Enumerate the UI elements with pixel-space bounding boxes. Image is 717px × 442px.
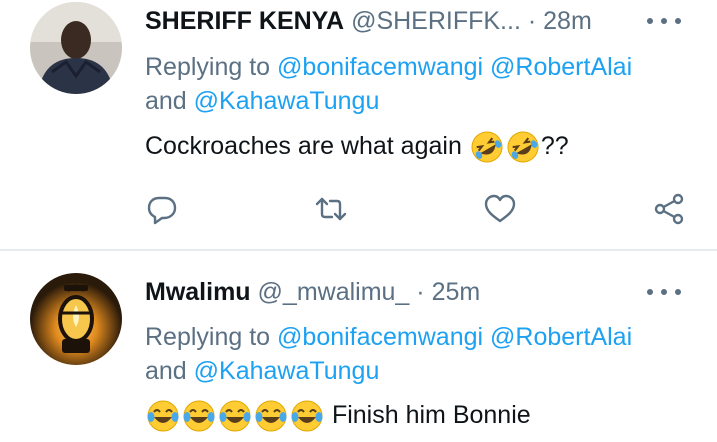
face-with-tears-of-joy-icon <box>147 400 179 432</box>
tweet-text-part: Finish him Bonnie <box>331 401 531 429</box>
mention-link[interactable]: @bonifacemwangi <box>277 323 483 351</box>
and-label: and <box>145 87 187 115</box>
separator-dot: · <box>416 278 425 306</box>
more-icon[interactable] <box>647 279 681 305</box>
tweet-header: Mwalimu @_mwalimu_ · 25m <box>145 273 697 311</box>
replying-to-label: Replying to <box>145 323 271 351</box>
mention-link[interactable]: @bonifacemwangi <box>277 53 483 81</box>
rolling-on-floor-laughing-icon <box>507 131 539 163</box>
tweet-text: Finish him Bonnie <box>145 397 697 433</box>
avatar[interactable] <box>30 2 122 94</box>
tweet-text-part: ?? <box>540 132 569 160</box>
tweet-header: SHERIFF KENYA @SHERIFFK... · 28m <box>145 2 697 40</box>
face-with-tears-of-joy-icon <box>255 400 287 432</box>
mention-link[interactable]: @RobertAlai <box>490 53 632 81</box>
mention-link[interactable]: @KahawaTungu <box>194 357 380 385</box>
share-icon[interactable] <box>652 192 686 226</box>
and-label: and <box>145 357 187 385</box>
replying-to-label: Replying to <box>145 53 271 81</box>
avatar[interactable] <box>30 273 122 365</box>
face-with-tears-of-joy-icon <box>219 400 251 432</box>
user-handle[interactable]: @_mwalimu_ <box>258 278 410 306</box>
like-icon[interactable] <box>483 192 517 226</box>
mention-link[interactable]: @KahawaTungu <box>194 87 380 115</box>
replying-to: Replying to @bonifacemwangi @RobertAlai … <box>145 50 697 118</box>
separator-dot: · <box>527 7 537 35</box>
tweet-text: Cockroaches are what again ?? <box>145 128 697 164</box>
tweet-actions <box>0 192 717 226</box>
more-icon[interactable] <box>647 8 681 34</box>
mention-link[interactable]: @RobertAlai <box>490 323 632 351</box>
user-handle[interactable]: @SHERIFFK... <box>351 7 521 35</box>
rolling-on-floor-laughing-icon <box>471 131 503 163</box>
tweet-text-part: Cockroaches are what again <box>145 132 462 160</box>
retweet-icon[interactable] <box>314 192 348 226</box>
timestamp[interactable]: 28m <box>543 7 592 35</box>
replying-to: Replying to @bonifacemwangi @RobertAlai … <box>145 320 697 388</box>
display-name[interactable]: Mwalimu <box>145 278 251 306</box>
reply-icon[interactable] <box>145 192 179 226</box>
tweet[interactable]: SHERIFF KENYA @SHERIFFK... · 28m Replyin… <box>0 0 717 250</box>
tweet[interactable]: Mwalimu @_mwalimu_ · 25m Replying to @bo… <box>0 251 717 442</box>
face-with-tears-of-joy-icon <box>291 400 323 432</box>
display-name[interactable]: SHERIFF KENYA <box>145 7 344 35</box>
face-with-tears-of-joy-icon <box>183 400 215 432</box>
timestamp[interactable]: 25m <box>432 278 481 306</box>
